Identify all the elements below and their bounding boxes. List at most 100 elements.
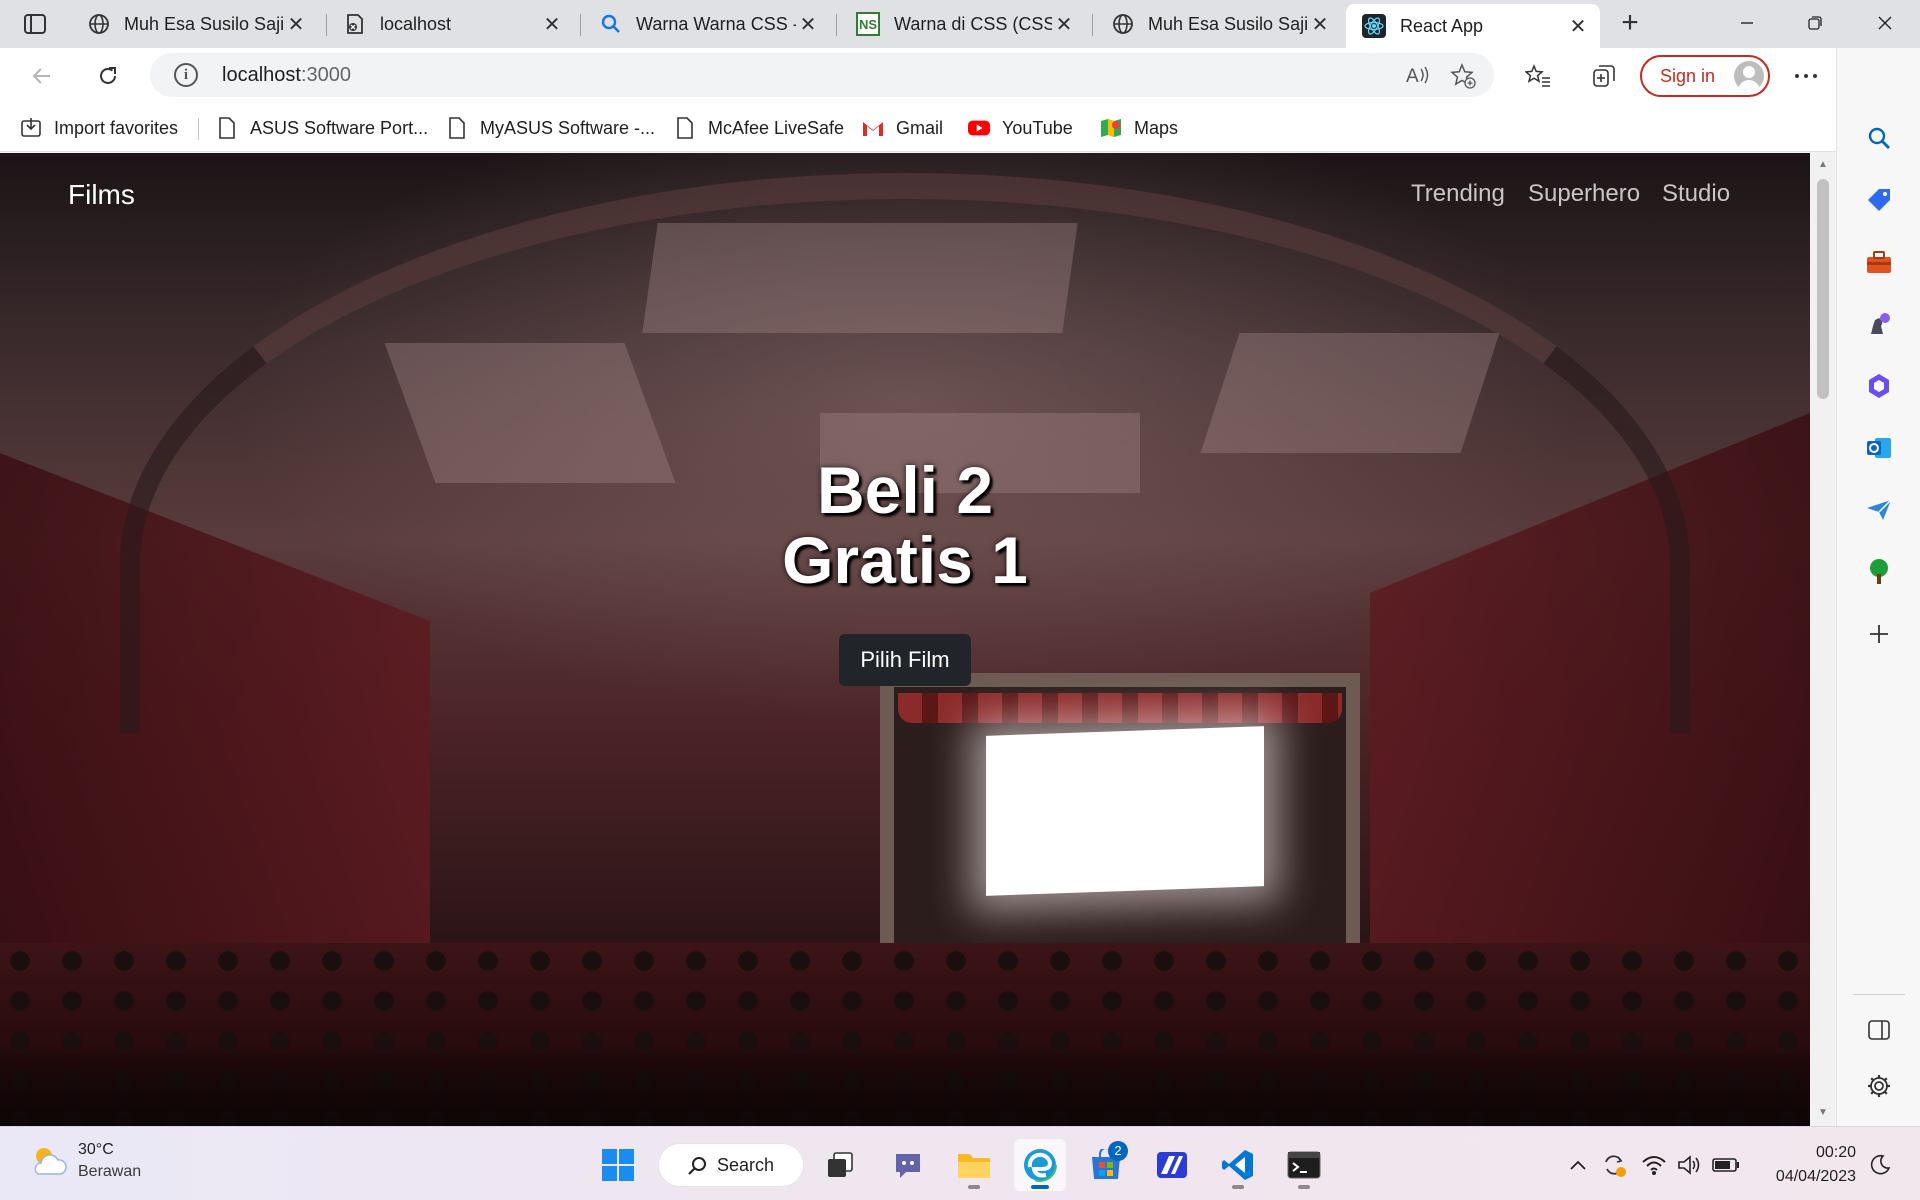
microsoft-store-button[interactable]: 2 — [1080, 1139, 1132, 1191]
tab-close-icon[interactable]: ✕ — [796, 12, 820, 36]
svg-text:NS: NS — [859, 17, 877, 32]
tab-close-icon[interactable]: ✕ — [284, 12, 308, 36]
tab-muh-esa-2[interactable]: Muh Esa Susilo Sajid ✕ — [1096, 6, 1342, 42]
vscode-button[interactable] — [1212, 1139, 1264, 1191]
nav-link-studio[interactable]: Studio — [1662, 180, 1730, 208]
favorite-label: Maps — [1134, 117, 1179, 138]
running-indicator — [968, 1185, 980, 1189]
back-button[interactable] — [24, 58, 60, 94]
dev-app-button[interactable] — [1146, 1139, 1198, 1191]
tab-title: React App — [1400, 15, 1484, 36]
windows-taskbar: 30°C Berawan Search 2 00:20 04/04/2023 — [0, 1126, 1920, 1200]
taskbar-search[interactable]: Search — [658, 1143, 804, 1187]
tab-close-icon[interactable]: ✕ — [1308, 12, 1332, 36]
favorites-bar: Import favorites ASUS Software Port... M… — [0, 104, 1836, 152]
hero-headline: Beli 2 Gratis 1 — [655, 455, 1155, 595]
favorite-asus-software[interactable]: ASUS Software Port... — [216, 114, 428, 142]
favorite-label: ASUS Software Port... — [250, 117, 429, 138]
favorites-separator — [198, 118, 199, 140]
tab-strip: Muh Esa Susilo Sajid ✕ localhost ✕ Warna… — [0, 0, 1920, 48]
favorite-youtube[interactable]: YouTube — [968, 114, 1073, 142]
sign-in-button[interactable]: Sign in — [1640, 55, 1770, 97]
page-icon — [216, 117, 238, 139]
refresh-button[interactable] — [90, 58, 126, 94]
page-scrollbar[interactable]: ▲ ▼ — [1810, 153, 1836, 1126]
sidebar-drop-button[interactable] — [1861, 492, 1897, 528]
task-view-button[interactable] — [814, 1139, 866, 1191]
tab-warna-css-1[interactable]: Warna Warna CSS - ✕ — [584, 6, 830, 42]
favorite-gmail[interactable]: Gmail — [862, 114, 943, 142]
read-aloud-icon[interactable]: A — [1406, 63, 1432, 92]
teams-chat-button[interactable] — [882, 1139, 934, 1191]
weather-widget[interactable]: 30°C Berawan — [28, 1141, 141, 1181]
site-info-icon[interactable]: i — [174, 63, 198, 87]
sidebar-shopping-button[interactable] — [1861, 182, 1897, 218]
tab-close-icon[interactable]: ✕ — [1566, 14, 1590, 38]
wifi-icon[interactable] — [1640, 1151, 1668, 1179]
search-icon — [688, 1157, 706, 1175]
start-button[interactable] — [592, 1139, 644, 1191]
minimize-button[interactable] — [1724, 8, 1770, 38]
favorites-star-list-icon — [1525, 64, 1550, 87]
site-brand[interactable]: Films — [68, 179, 135, 211]
battery-icon[interactable] — [1712, 1151, 1740, 1179]
favorite-maps[interactable]: Maps — [1100, 114, 1178, 142]
search-icon — [1868, 127, 1890, 149]
tab-actions-button[interactable] — [16, 8, 54, 40]
tab-close-icon[interactable]: ✕ — [540, 12, 564, 36]
notification-center-button[interactable] — [1866, 1151, 1894, 1179]
volume-icon[interactable] — [1676, 1151, 1704, 1179]
scroll-up-arrow-icon[interactable]: ▲ — [1817, 159, 1829, 171]
settings-more-button[interactable] — [1788, 58, 1824, 94]
taskbar-clock[interactable]: 00:20 04/04/2023 — [1760, 1141, 1856, 1189]
tab-close-icon[interactable]: ✕ — [1052, 12, 1076, 36]
tab-actions-icon — [24, 14, 46, 34]
tab-title: Muh Esa Susilo Sajid — [124, 13, 284, 34]
url-text[interactable]: localhost:3000 — [222, 64, 351, 87]
sidebar-tools-button[interactable] — [1861, 244, 1897, 280]
tab-warna-css-2[interactable]: NS Warna di CSS (CSS C ✕ — [840, 6, 1086, 42]
sidebar-games-button[interactable] — [1861, 306, 1897, 342]
sidebar-outlook-button[interactable] — [1861, 430, 1897, 466]
cinema-seats-shadow — [0, 1053, 1810, 1126]
new-tab-button[interactable]: + — [1614, 8, 1646, 40]
file-explorer-button[interactable] — [948, 1139, 1000, 1191]
chess-piece-icon — [1871, 313, 1890, 334]
terminal-button[interactable] — [1278, 1139, 1330, 1191]
collections-icon — [1593, 65, 1615, 87]
favorite-import[interactable]: Import favorites — [20, 114, 178, 142]
hide-sidebar-button[interactable] — [1861, 1012, 1897, 1048]
sidebar-search-button[interactable] — [1861, 120, 1897, 156]
tab-muh-esa-1[interactable]: Muh Esa Susilo Sajid ✕ — [72, 6, 318, 42]
sidebar-add-button[interactable] — [1861, 616, 1897, 652]
partly-cloudy-icon — [34, 1148, 67, 1175]
favorites-button[interactable] — [1520, 58, 1556, 94]
send-plane-icon — [1867, 499, 1892, 520]
tab-separator — [326, 14, 327, 36]
favorite-mcafee[interactable]: McAfee LiveSafe — [674, 114, 844, 142]
react-icon — [1362, 14, 1386, 38]
favorite-myasus[interactable]: MyASUS Software -... — [446, 114, 655, 142]
tab-react-app[interactable]: React App ✕ — [1346, 4, 1600, 48]
nav-link-superhero[interactable]: Superhero — [1528, 180, 1640, 208]
sync-status-icon[interactable] — [1600, 1151, 1628, 1179]
address-bar[interactable]: i localhost:3000 A — [150, 53, 1494, 97]
tab-localhost[interactable]: localhost ✕ — [328, 6, 574, 42]
nav-link-trending[interactable]: Trending — [1411, 180, 1505, 208]
pilih-film-button[interactable]: Pilih Film — [839, 634, 971, 686]
sidebar-settings-button[interactable] — [1861, 1068, 1897, 1104]
sidebar-tree-button[interactable] — [1861, 554, 1897, 590]
close-window-button[interactable] — [1862, 8, 1908, 38]
sidebar-office-button[interactable] — [1861, 368, 1897, 404]
restore-button[interactable] — [1792, 8, 1838, 38]
edge-taskbar-button[interactable] — [1014, 1139, 1066, 1191]
scroll-down-arrow-icon[interactable]: ▼ — [1817, 1107, 1829, 1119]
collections-button[interactable] — [1586, 58, 1622, 94]
gear-icon — [1868, 1075, 1890, 1097]
tab-separator — [836, 14, 837, 36]
scrollbar-thumb[interactable] — [1817, 179, 1829, 399]
tab-separator — [1092, 14, 1093, 36]
moon-quiet-hours-icon — [1870, 1154, 1891, 1175]
add-favorite-icon[interactable] — [1450, 63, 1476, 94]
show-hidden-icons-button[interactable] — [1564, 1151, 1592, 1179]
